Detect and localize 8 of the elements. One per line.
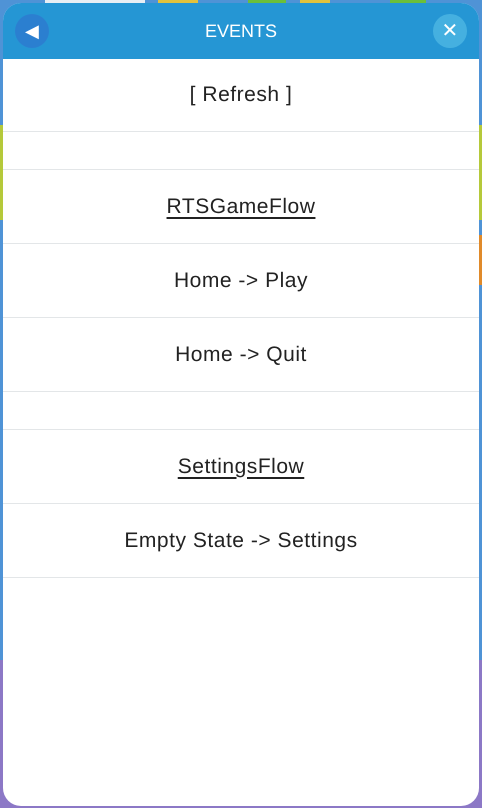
event-item[interactable]: Empty State -> Settings: [3, 504, 479, 578]
group-heading: SettingsFlow: [178, 454, 304, 480]
back-button[interactable]: ◀: [15, 14, 49, 48]
refresh-button[interactable]: [ Refresh ]: [190, 79, 292, 111]
event-item[interactable]: Home -> Play: [3, 244, 479, 318]
event-item[interactable]: Home -> Quit: [3, 318, 479, 392]
window-title: EVENTS: [204, 20, 278, 42]
group-heading: RTSGameFlow: [166, 194, 316, 220]
